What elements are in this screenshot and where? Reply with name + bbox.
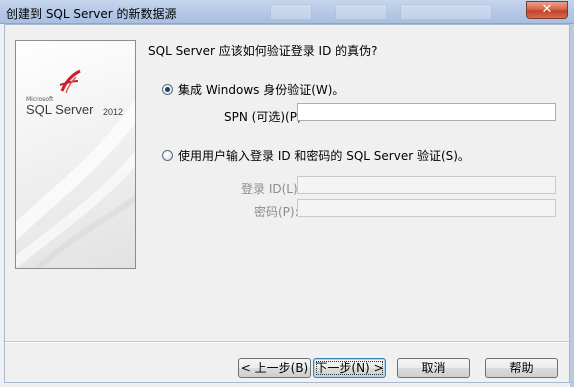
windows-auth-option[interactable]: 集成 Windows 身份验证(W)。 [162,81,344,98]
close-icon: ✕ [541,2,553,17]
cancel-button[interactable]: 取消 [397,358,470,378]
login-id-input[interactable] [297,176,556,194]
window-border [570,24,574,387]
login-id-label: 登录 ID(L): [241,182,302,196]
background-window-ghost [335,4,387,20]
product-logo-panel: Microsoft SQL Server 2012 [15,40,136,269]
auth-question: SQL Server 应该如何验证登录 ID 的真伪? [148,44,378,58]
windows-auth-radio[interactable] [162,84,173,95]
next-button[interactable]: 下一步(N) > [313,358,386,378]
spn-label: SPN (可选)(P): [224,110,306,124]
back-button[interactable]: < 上一步(B) [238,358,311,378]
background-window-ghost [400,4,492,20]
sql-auth-label: 使用用户输入登录 ID 和密码的 SQL Server 验证(S)。 [178,149,470,163]
logo-year: 2012 [103,107,124,117]
sql-auth-radio[interactable] [162,150,173,161]
background-window-ghost [270,4,312,20]
spn-input[interactable] [297,103,556,121]
close-button[interactable]: ✕ [526,1,568,19]
window-title: 创建到 SQL Server 的新数据源 [6,7,177,21]
help-button[interactable]: 帮助 [485,358,558,378]
back-button-label: < 上一步(B) [240,361,309,375]
windows-auth-label: 集成 Windows 身份验证(W)。 [178,83,345,97]
sql-server-logo-icon [59,69,81,94]
title-bar: 创建到 SQL Server 的新数据源 ✕ [0,0,574,24]
sql-auth-option[interactable]: 使用用户输入登录 ID 和密码的 SQL Server 验证(S)。 [162,147,470,164]
password-label: 密码(P): [254,205,299,219]
next-button-label: 下一步(N) > [315,361,384,375]
help-button-label: 帮助 [509,361,534,375]
cancel-button-label: 取消 [421,361,446,375]
button-separator [5,341,569,343]
password-input[interactable] [297,199,556,217]
dialog-body: Microsoft SQL Server 2012 SQL Server 应该如… [4,24,570,383]
logo-product-name: SQL Server [26,102,94,117]
